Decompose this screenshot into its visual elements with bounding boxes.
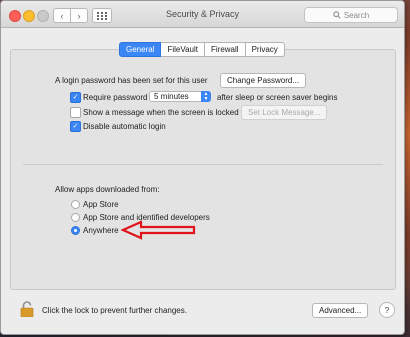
require-password-delay-select[interactable]: 5 minutes ▲ ▼ [149, 91, 211, 102]
tab-privacy[interactable]: Privacy [245, 42, 285, 57]
disable-automatic-login-checkbox[interactable]: ✓ [70, 121, 81, 132]
search-placeholder: Search [343, 10, 370, 20]
radio-app-store[interactable] [71, 200, 80, 209]
updown-arrows-icon: ▲ ▼ [201, 91, 211, 102]
advanced-button[interactable]: Advanced... [312, 303, 369, 318]
after-sleep-text: after sleep or screen saver begins [217, 93, 338, 102]
general-panel: A login password has been set for this u… [10, 49, 396, 290]
search-icon [333, 11, 341, 19]
help-button[interactable]: ? [379, 302, 395, 318]
lock-icon[interactable] [20, 301, 34, 317]
section-divider [23, 164, 383, 165]
tab-general[interactable]: General [119, 42, 162, 57]
security-privacy-window: ‹ › Security & Privacy Search General Fi… [0, 0, 405, 335]
show-message-checkbox[interactable] [70, 107, 81, 118]
radio-identified-developers[interactable] [71, 213, 80, 222]
help-icon: ? [384, 305, 390, 315]
search-field[interactable]: Search [304, 7, 398, 23]
set-lock-message-button[interactable]: Set Lock Message... [241, 105, 328, 120]
require-password-checkbox[interactable]: ✓ [70, 92, 81, 103]
radio-app-store-label: App Store [83, 200, 119, 209]
tab-bar: General FileVault Firewall Privacy [119, 42, 285, 57]
allow-apps-heading: Allow apps downloaded from: [55, 185, 160, 194]
red-arrow-annotation-icon [121, 220, 196, 240]
title-bar: ‹ › Security & Privacy Search [1, 1, 404, 28]
show-message-label: Show a message when the screen is locked [83, 108, 239, 117]
require-password-label: Require password [83, 93, 148, 102]
require-password-delay-value: 5 minutes [154, 92, 189, 101]
tab-filevault[interactable]: FileVault [161, 42, 205, 57]
lock-status-text: Click the lock to prevent further change… [42, 306, 187, 315]
disable-automatic-login-label: Disable automatic login [83, 122, 166, 131]
change-password-button[interactable]: Change Password... [220, 73, 307, 88]
radio-anywhere[interactable] [71, 226, 80, 235]
login-password-text: A login password has been set for this u… [55, 76, 208, 85]
tab-firewall[interactable]: Firewall [205, 42, 246, 57]
radio-anywhere-label: Anywhere [83, 226, 119, 235]
